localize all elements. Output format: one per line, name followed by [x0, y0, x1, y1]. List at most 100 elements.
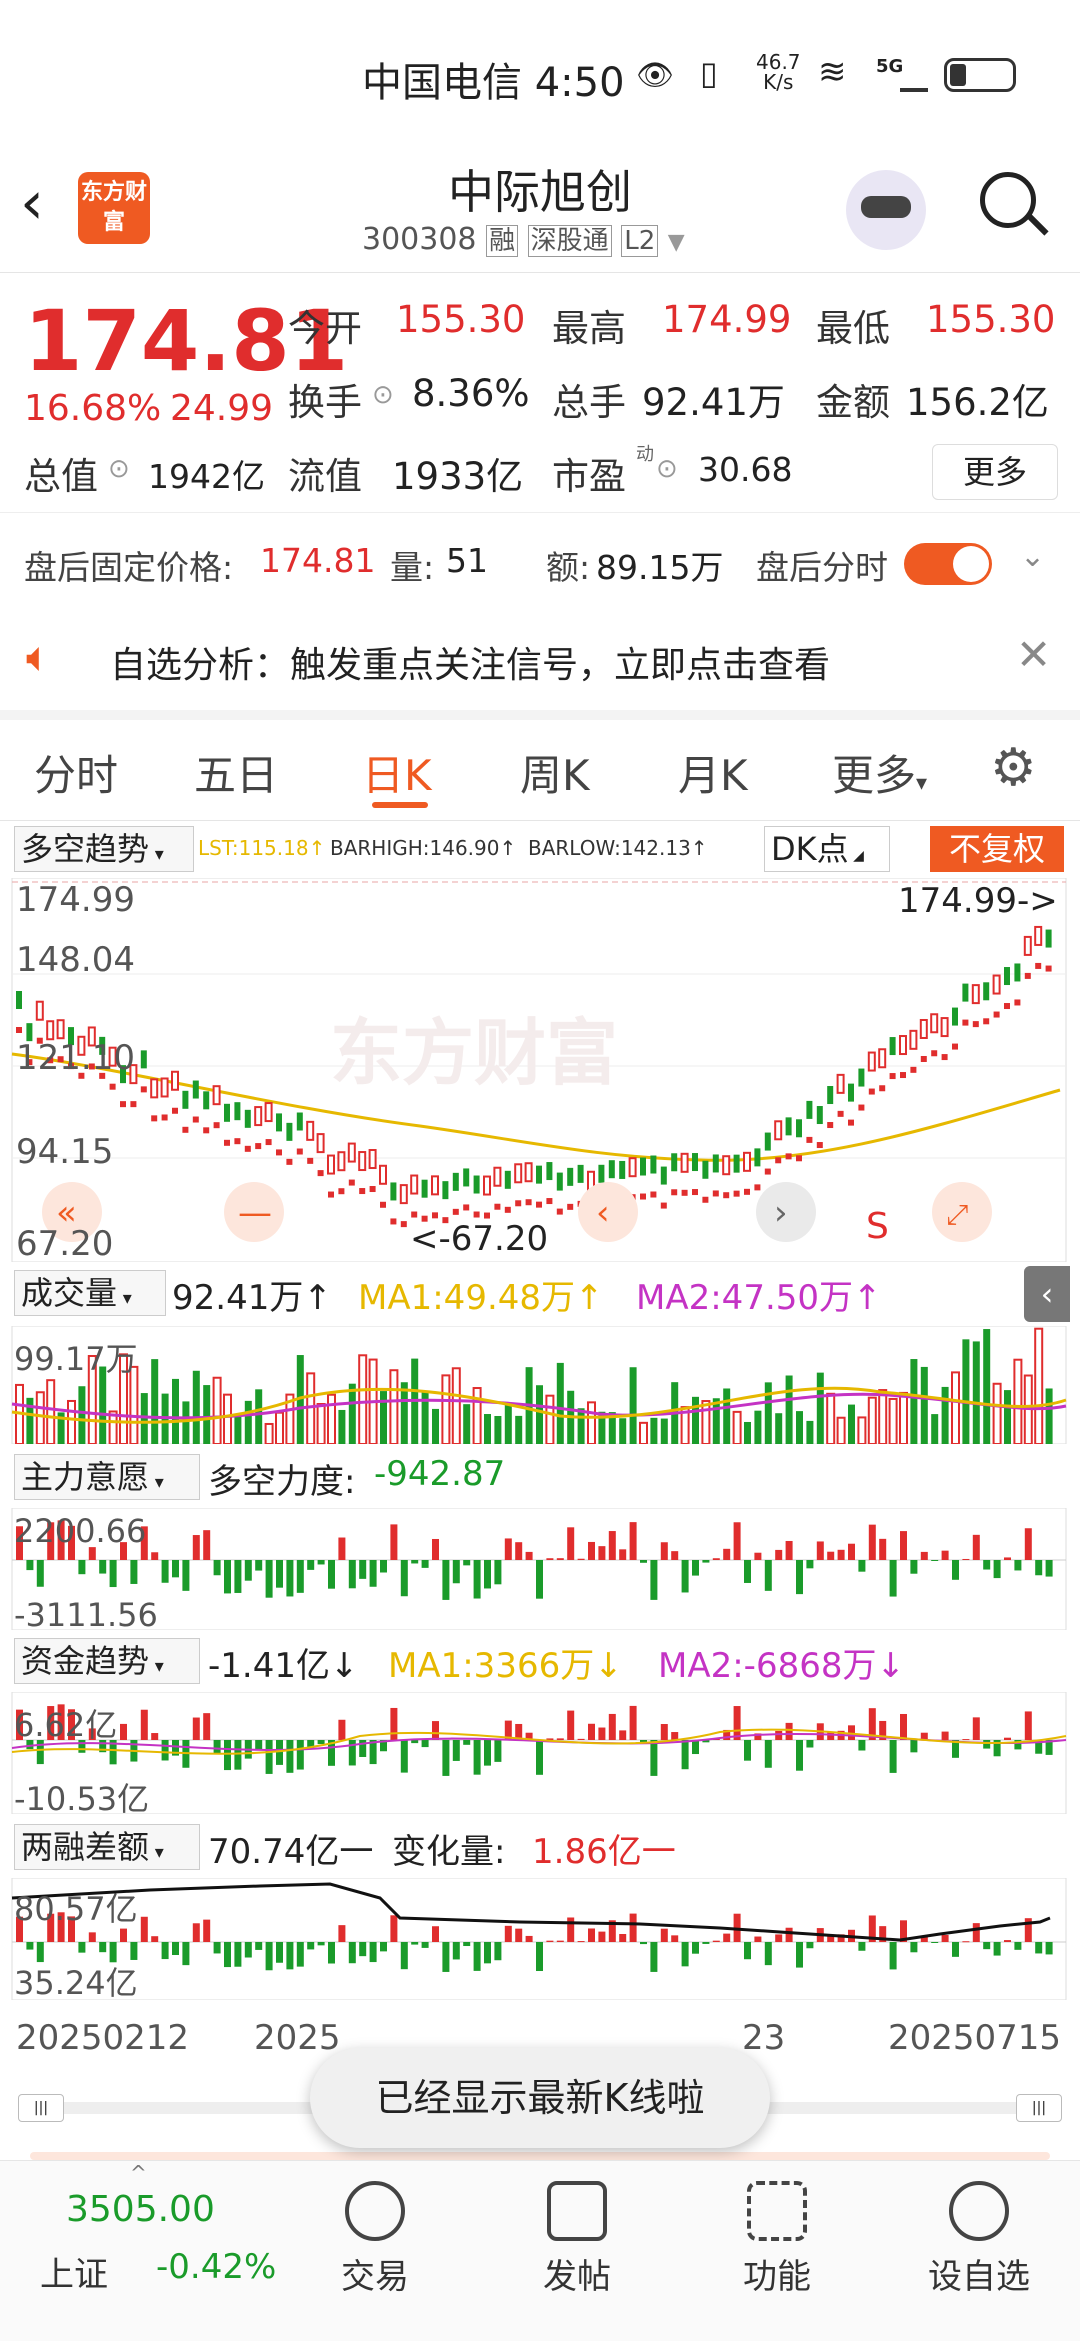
pe-value: 30.68	[698, 450, 793, 489]
dk-marker	[640, 1193, 646, 1200]
main-force-select[interactable]: 主力意愿 ▾	[14, 1454, 200, 1500]
margin-bar	[432, 1926, 439, 1942]
dk-marker	[744, 1188, 750, 1195]
close-icon[interactable]: ✕	[1016, 630, 1051, 679]
fund-trend-bar	[192, 1717, 200, 1740]
more-button[interactable]: 更多	[932, 444, 1058, 500]
tab-monthly-k[interactable]: 月K	[678, 742, 748, 803]
fund-trend-bar	[432, 1721, 439, 1740]
sell-signal: S	[866, 1206, 889, 1247]
nav-add-watchlist[interactable]: 设自选	[914, 2181, 1044, 2298]
nav-post[interactable]: 发帖	[512, 2181, 642, 2298]
collapse-icon[interactable]: ‹	[1024, 1266, 1070, 1322]
dk-marker	[952, 1043, 958, 1050]
tab-weekly-k[interactable]: 周K	[520, 742, 590, 803]
volume-select[interactable]: 成交量 ▾	[14, 1270, 166, 1316]
candle	[192, 1080, 199, 1099]
adjust-button[interactable]: 不复权	[930, 826, 1064, 872]
gear-icon[interactable]: ⚙	[990, 738, 1037, 798]
speaker-icon: 🔈︎	[26, 632, 52, 681]
drag-handle-icon: |||	[18, 2094, 64, 2122]
index-name[interactable]: 上证	[40, 2247, 108, 2296]
margin-select[interactable]: 两融差额 ▾	[14, 1824, 200, 1870]
amount-value: 156.2亿	[906, 381, 1049, 424]
kline-chart[interactable]: 东方财富 174.99-> <-67.20 « — ‹ › S ⤢	[0, 878, 1080, 1262]
axis-label: 174.99	[16, 880, 135, 920]
candle	[431, 1175, 439, 1196]
margin-bar	[764, 1942, 772, 1966]
main-force-bar	[421, 1560, 429, 1568]
dk-marker	[733, 1190, 740, 1197]
fund-trend-bar	[140, 1709, 148, 1740]
fund-trend-bar	[692, 1740, 699, 1755]
volume-bar	[389, 1369, 399, 1444]
candle	[16, 991, 22, 1009]
main-force-bar	[130, 1560, 138, 1584]
volume-bar	[234, 1414, 242, 1444]
candle	[650, 1155, 657, 1174]
volume-bar	[494, 1415, 502, 1444]
zoom-minus-icon[interactable]: —	[238, 1193, 272, 1233]
chevron-down-icon[interactable]: ⌄	[1020, 539, 1045, 574]
high-label: 最高	[552, 307, 626, 350]
dk-marker	[213, 1122, 220, 1129]
margin-bar	[692, 1942, 699, 1954]
nav-trade[interactable]: 交易	[310, 2181, 440, 2298]
candle	[909, 1029, 918, 1050]
indicator-select[interactable]: 多空趋势 ▾	[14, 826, 194, 872]
fund-trend-select[interactable]: 资金趋势 ▾	[14, 1638, 200, 1684]
margin-bar	[754, 1936, 762, 1942]
main-force-bar	[567, 1527, 575, 1560]
main-force-bar	[525, 1551, 533, 1560]
index-value[interactable]: 3505.00	[66, 2189, 215, 2230]
next-icon[interactable]: ›	[774, 1193, 788, 1233]
tab-five-day[interactable]: 五日	[194, 742, 278, 803]
candle	[930, 1013, 939, 1034]
main-force-bar	[265, 1560, 273, 1598]
high-value: 174.99	[662, 298, 792, 341]
main-force-bar	[317, 1560, 325, 1565]
tag-connect: 深股通	[527, 225, 612, 257]
after-hours-toggle[interactable]	[904, 543, 992, 585]
main-force-bar	[556, 1558, 564, 1560]
more-dots-icon	[949, 2181, 1009, 2241]
volume-bar	[463, 1404, 471, 1444]
expand-icon[interactable]: ⤢	[946, 1198, 968, 1231]
candle	[379, 1164, 387, 1185]
bottom-nav: ^ 3505.00 上证 -0.42% 交易 发帖 功能 设自选	[0, 2160, 1080, 2341]
main-force-bar	[463, 1560, 471, 1566]
candle	[514, 1163, 523, 1184]
drag-handle-icon: |||	[1016, 2094, 1062, 2122]
index-pct[interactable]: -0.42%	[156, 2247, 276, 2287]
margin-bar	[120, 1928, 127, 1942]
main-force-bar	[868, 1524, 876, 1560]
prev-icon[interactable]: ‹	[596, 1193, 610, 1233]
info-icon[interactable]: ⊙	[372, 380, 394, 410]
tab-more[interactable]: 更多▾	[832, 742, 927, 803]
info-icon[interactable]: ⊙	[108, 454, 130, 484]
tab-intraday[interactable]: 分时	[34, 742, 118, 803]
dk-marker	[546, 1198, 553, 1205]
dk-marker	[983, 1018, 990, 1025]
robot-avatar-icon[interactable]	[846, 170, 926, 250]
candle	[463, 1168, 470, 1187]
tab-daily-k[interactable]: 日K	[362, 742, 432, 803]
candle	[140, 1050, 147, 1069]
chevron-up-icon[interactable]: ^	[130, 2161, 147, 2185]
margin-bar	[785, 1927, 793, 1942]
dk-marker	[172, 1107, 178, 1114]
fund-trend-bar	[213, 1740, 221, 1754]
chevron-down-icon[interactable]: ▼	[668, 230, 685, 255]
notice-banner[interactable]: 🔈︎ 自选分析：触发重点关注信号，立即点击查看 ✕	[0, 608, 1080, 720]
volume-bar	[806, 1420, 814, 1444]
volume-bar	[785, 1375, 793, 1444]
nav-functions[interactable]: 功能	[712, 2181, 842, 2298]
dk-marker	[785, 1153, 792, 1160]
date-start: 20250212	[16, 2018, 190, 2058]
fund-trend-bar	[567, 1710, 575, 1740]
dk-point-button[interactable]: DK点 ◢	[764, 826, 890, 872]
margin-bar	[1035, 1942, 1043, 1954]
info-icon[interactable]: ⊙	[656, 454, 678, 484]
dk-marker	[296, 1148, 303, 1155]
dk-marker	[161, 1114, 168, 1121]
